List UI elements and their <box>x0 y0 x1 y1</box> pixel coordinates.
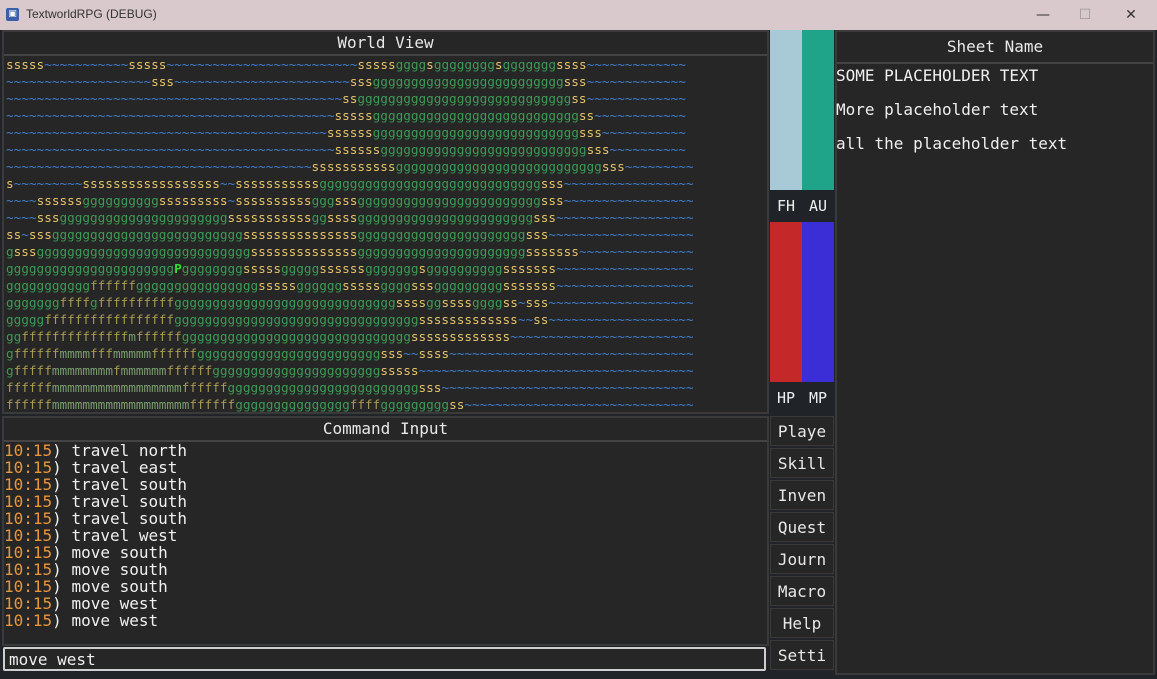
map-row: ss~sssgggggggggggggggggggggggggsssssssss… <box>6 227 694 242</box>
map-row: ~~~~~~~~~~~~~~~~~~~~~~~~~~~~~~~~~~~~~~~~… <box>6 108 686 123</box>
map-row: ~~~~~~~~~~~~~~~~~~~~~~~~~~~~~~~~~~~~~~~~… <box>6 159 694 174</box>
map-row: gggggggggggffffffggggggggggggggggsssssgg… <box>6 278 694 293</box>
au-label: AU <box>808 197 828 215</box>
mp-label: MP <box>808 389 828 407</box>
player-button[interactable]: Playe <box>770 416 834 446</box>
command-input-title: Command Input <box>4 418 767 442</box>
help-button[interactable]: Help <box>770 608 834 638</box>
log-entry: 10:15) travel east <box>4 459 764 476</box>
maximize-icon[interactable]: ☐ <box>1062 0 1108 30</box>
log-entry: 10:15) travel south <box>4 476 764 493</box>
fh-label: FH <box>776 197 796 215</box>
macros-button[interactable]: Macro <box>770 576 834 606</box>
journal-button[interactable]: Journ <box>770 544 834 574</box>
map-row: sssss~~~~~~~~~~~sssss~~~~~~~~~~~~~~~~~~~… <box>6 57 686 72</box>
log-timestamp: 10:15 <box>4 611 53 630</box>
world-view-title: World View <box>4 32 767 56</box>
world-map[interactable]: sssss~~~~~~~~~~~sssss~~~~~~~~~~~~~~~~~~~… <box>6 56 766 412</box>
hp-label: HP <box>776 389 796 407</box>
inventory-button[interactable]: Inven <box>770 480 834 510</box>
map-row: gggggggffffgffffffffffgggggggggggggggggg… <box>6 295 694 310</box>
sheet-title: Sheet Name <box>837 32 1153 64</box>
player-marker: P <box>174 261 182 276</box>
skills-button[interactable]: Skill <box>770 448 834 478</box>
log-entry: 10:15) move south <box>4 544 764 561</box>
fh-bar <box>770 30 802 190</box>
title-bar: ▣ TextworldRPG (DEBUG) — ☐ ✕ <box>0 0 1157 30</box>
settings-button[interactable]: Setti <box>770 640 834 670</box>
log-entry: 10:15) move south <box>4 561 764 578</box>
log-entry: 10:15) travel south <box>4 493 764 510</box>
sheet-line: More placeholder text <box>836 100 1039 119</box>
log-text: ) move west <box>52 611 159 630</box>
window-title: TextworldRPG (DEBUG) <box>26 7 157 21</box>
log-entry: 10:15) move west <box>4 595 764 612</box>
map-row: ~~~~~~~~~~~~~~~~~~~~~~~~~~~~~~~~~~~~~~~~… <box>6 125 686 140</box>
hp-bar <box>770 222 802 382</box>
map-row: gfffffmmmmmmmmfmmmmmmffffffggggggggggggg… <box>6 363 694 378</box>
map-row: ffffffmmmmmmmmmmmmmmmmmmffffffgggggggggg… <box>6 397 694 412</box>
log-entry: 10:15) travel north <box>4 442 764 459</box>
map-row: ~~~~~~~~~~~~~~~~~~~~~~~~~~~~~~~~~~~~~~~~… <box>6 142 686 157</box>
sheet-panel: Sheet Name <box>835 30 1155 675</box>
minimize-icon[interactable]: — <box>1020 0 1066 30</box>
sheet-line: SOME PLACEHOLDER TEXT <box>836 66 1039 85</box>
map-row: ~~~~~~~~~~~~~~~~~~~~~~~~~~~~~~~~~~~~~~~~… <box>6 91 686 106</box>
app-icon: ▣ <box>6 8 19 21</box>
map-row: ffffffmmmmmmmmmmmmmmmmmffffffggggggggggg… <box>6 380 694 395</box>
command-log: 10:15) travel north 10:15) travel east 10:… <box>4 442 764 629</box>
log-entry: 10:15) travel west <box>4 527 764 544</box>
map-row: gggggfffffffffffffffffgggggggggggggggggg… <box>6 312 694 327</box>
log-entry: 10:15) move west <box>4 612 764 629</box>
map-row: ~~~~ssssssggggggggggsssssssss~ssssssssss… <box>6 193 694 208</box>
log-entry: 10:15) travel south <box>4 510 764 527</box>
map-row: ggffffffffffffffmffffffggggggggggggggggg… <box>6 329 694 344</box>
log-entry: 10:15) move south <box>4 578 764 595</box>
map-row: ~~~~~~~~~~~~~~~~~~~sss~~~~~~~~~~~~~~~~~~… <box>6 74 686 89</box>
map-row: s~~~~~~~~~ssssssssssssssssss~~ssssssssss… <box>6 176 694 191</box>
map-row: ~~~~sssggggggggggggggggggggggsssssssssss… <box>6 210 694 225</box>
map-row: gsssggggggggggggggggggggggggggggssssssss… <box>6 244 694 259</box>
map-row: gffffffmmmmfffmmmmmffffffggggggggggggggg… <box>6 346 694 361</box>
mp-bar <box>802 222 834 382</box>
sheet-line: all the placeholder text <box>836 134 1068 153</box>
quests-button[interactable]: Quest <box>770 512 834 542</box>
close-icon[interactable]: ✕ <box>1108 0 1154 30</box>
command-input-field[interactable] <box>3 647 766 671</box>
au-bar <box>802 30 834 190</box>
map-row: ggggggggggggggggggggggPggggggggsssssgggg… <box>6 261 694 276</box>
